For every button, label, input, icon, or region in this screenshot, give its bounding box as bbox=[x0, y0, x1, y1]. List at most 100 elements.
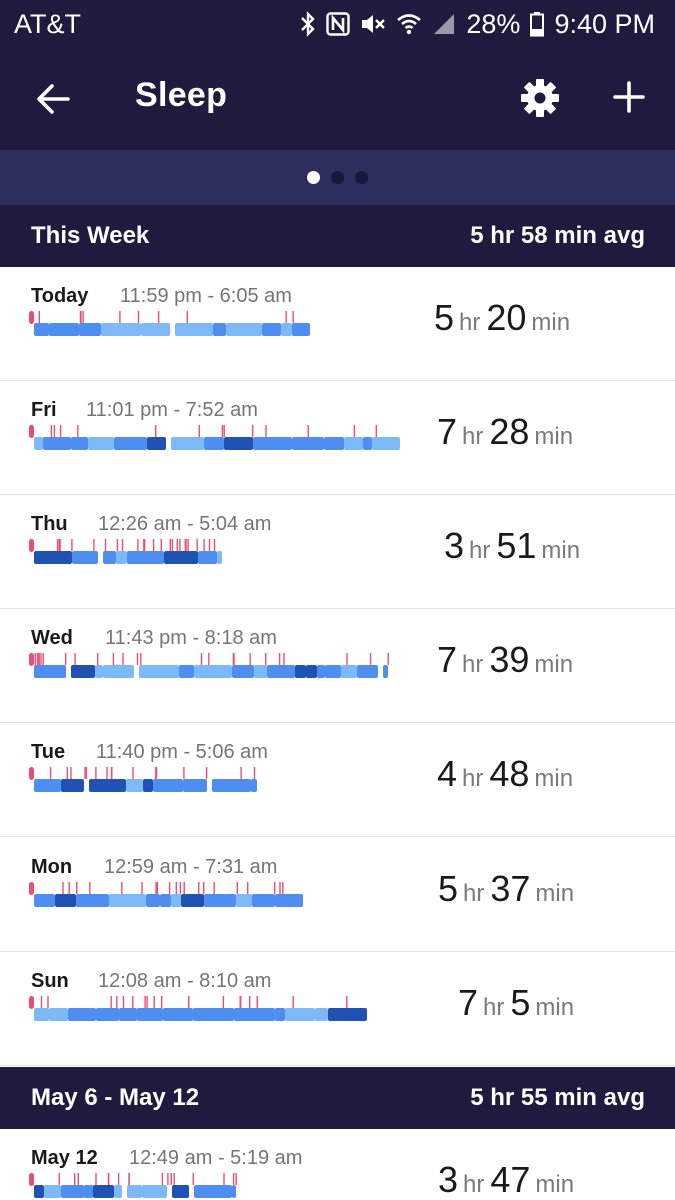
awake-tick bbox=[155, 882, 157, 894]
awake-tick bbox=[249, 653, 251, 665]
sleep-stage-block bbox=[95, 665, 103, 678]
awake-tick bbox=[40, 653, 42, 665]
awake-tick bbox=[157, 311, 160, 323]
sleep-stage-block bbox=[306, 665, 317, 678]
page-indicator[interactable] bbox=[0, 150, 675, 205]
awake-tick bbox=[89, 882, 91, 894]
awake-tick bbox=[274, 882, 276, 894]
awake-tick bbox=[173, 1173, 175, 1185]
section-average: 5 hr 58 min avg bbox=[470, 222, 645, 249]
page-dot[interactable] bbox=[331, 171, 344, 184]
sleep-stage-block bbox=[126, 779, 143, 792]
sleep-row[interactable]: Sun 12:08 am - 8:10 am 7 hr 5 min bbox=[0, 952, 675, 1066]
sleep-stage-block bbox=[119, 1008, 137, 1021]
awake-tick bbox=[208, 539, 211, 551]
sleep-row[interactable]: May 12 12:49 am - 5:19 am 3 hr 47 min bbox=[0, 1129, 675, 1200]
signal-icon bbox=[434, 14, 455, 34]
sleep-stage-block bbox=[275, 894, 303, 907]
sleep-row[interactable]: Tue 11:40 pm - 5:06 am 4 hr 48 min bbox=[0, 723, 675, 837]
awake-tick bbox=[110, 996, 112, 1008]
gear-icon[interactable] bbox=[520, 78, 560, 118]
awake-tick bbox=[175, 882, 177, 894]
carrier-label: AT&T bbox=[14, 8, 81, 39]
sleep-stage-graph bbox=[28, 1171, 240, 1200]
day-label: May 12 bbox=[31, 1147, 98, 1169]
awake-block bbox=[29, 539, 34, 552]
awake-tick bbox=[137, 311, 140, 323]
awake-tick bbox=[140, 653, 142, 665]
sleep-stage-block bbox=[88, 437, 114, 450]
minutes-unit: min bbox=[531, 309, 571, 336]
sleep-stage-block bbox=[251, 779, 257, 792]
sleep-stage-graph bbox=[28, 537, 226, 574]
awake-block bbox=[29, 996, 34, 1009]
awake-tick bbox=[110, 767, 113, 779]
minutes-unit: min bbox=[535, 994, 575, 1021]
wifi-icon bbox=[397, 14, 422, 35]
sleep-stage-block bbox=[372, 437, 400, 450]
awake-tick bbox=[171, 539, 174, 551]
sleep-stage-block bbox=[226, 323, 262, 336]
awake-tick bbox=[203, 539, 205, 551]
hours-value: 4 bbox=[437, 753, 458, 794]
sleep-row[interactable]: Mon 12:59 am - 7:31 am 5 hr 37 min bbox=[0, 838, 675, 952]
awake-tick bbox=[213, 882, 215, 894]
awake-block bbox=[29, 882, 34, 895]
awake-tick bbox=[232, 653, 235, 665]
page-dot[interactable] bbox=[355, 171, 368, 184]
sleep-stage-block bbox=[49, 323, 79, 336]
sleep-stage-block bbox=[34, 437, 43, 450]
sleep-row[interactable]: Wed 11:43 pm - 8:18 am 7 hr 39 min bbox=[0, 609, 675, 723]
page-dot[interactable] bbox=[307, 171, 320, 184]
minutes-value: 39 bbox=[489, 639, 530, 680]
hours-unit: hr bbox=[462, 423, 484, 450]
sleep-stage-block bbox=[232, 665, 254, 678]
section-average: 5 hr 55 min avg bbox=[470, 1084, 645, 1111]
awake-tick bbox=[292, 311, 294, 323]
awake-block bbox=[29, 653, 34, 666]
sleep-stage-block bbox=[254, 665, 267, 678]
awake-tick bbox=[184, 539, 186, 551]
awake-tick bbox=[213, 539, 216, 551]
sleep-stage-strip bbox=[29, 1173, 237, 1198]
sleep-row[interactable]: Fri 11:01 pm - 7:52 am 7 hr 28 min bbox=[0, 381, 675, 495]
time-range: 11:43 pm - 8:18 am bbox=[105, 627, 277, 649]
sleep-stage-block bbox=[252, 894, 275, 907]
awake-block bbox=[29, 425, 34, 438]
sleep-stage-block bbox=[43, 437, 71, 450]
sleep-row[interactable]: Thu 12:26 am - 5:04 am 3 hr 51 min bbox=[0, 495, 675, 609]
minutes-unit: min bbox=[535, 880, 575, 907]
awake-tick bbox=[161, 996, 163, 1008]
awake-tick bbox=[65, 653, 67, 665]
awake-tick bbox=[68, 882, 70, 894]
sleep-stage-block bbox=[141, 323, 170, 336]
day-label: Sun bbox=[31, 970, 69, 992]
time-range: 11:01 pm - 7:52 am bbox=[86, 399, 258, 421]
sleep-stage-graph bbox=[28, 765, 261, 802]
sleep-stage-block bbox=[71, 437, 88, 450]
awake-tick bbox=[161, 1173, 164, 1185]
awake-tick bbox=[122, 653, 124, 665]
awake-tick bbox=[42, 653, 44, 665]
day-label: Mon bbox=[31, 856, 73, 878]
sleep-stage-block bbox=[71, 665, 95, 678]
time-range: 12:26 am - 5:04 am bbox=[98, 513, 272, 535]
sleep-stage-block bbox=[127, 551, 164, 564]
sleep-stage-block bbox=[103, 551, 116, 564]
mute-icon bbox=[362, 15, 386, 33]
awake-tick bbox=[107, 1173, 110, 1185]
awake-tick bbox=[283, 653, 285, 665]
sleep-stage-block bbox=[341, 665, 357, 678]
sleep-row[interactable]: Today 11:59 pm - 6:05 am 5 hr 20 min bbox=[0, 267, 675, 381]
awake-tick bbox=[369, 653, 372, 665]
awake-tick bbox=[179, 539, 181, 551]
sleep-stage-block bbox=[234, 1008, 275, 1021]
clock: 9:40 PM bbox=[554, 8, 655, 39]
back-arrow-icon[interactable] bbox=[34, 80, 72, 118]
plus-icon[interactable] bbox=[612, 80, 646, 114]
sleep-stage-block bbox=[89, 779, 126, 792]
awake-tick bbox=[198, 425, 200, 437]
sleep-stage-block bbox=[292, 323, 310, 336]
sleep-stage-block bbox=[34, 1008, 49, 1021]
awake-tick bbox=[155, 425, 157, 437]
